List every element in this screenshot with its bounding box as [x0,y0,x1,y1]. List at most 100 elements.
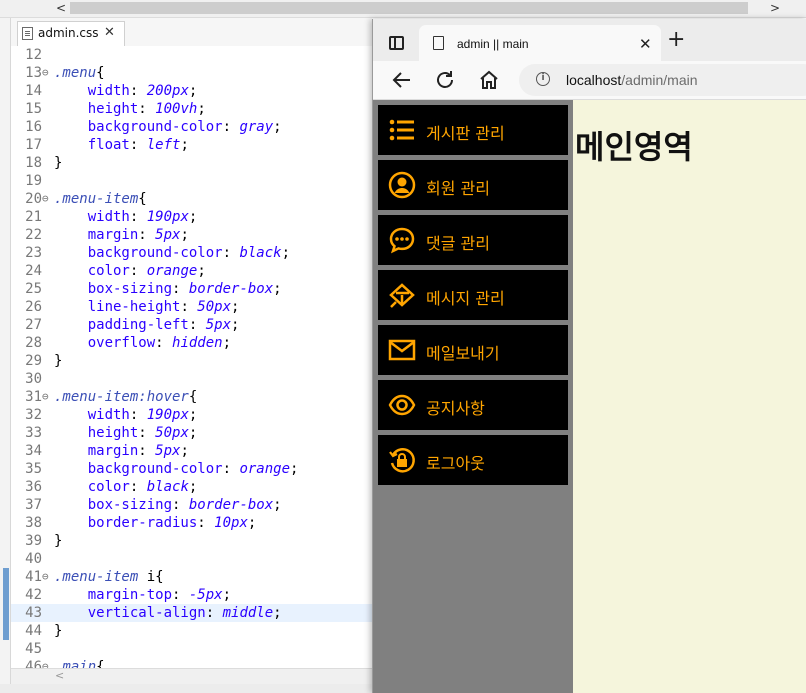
logout-lock-icon [389,448,415,473]
code-line[interactable]: 43 vertical-align: middle; [11,604,372,622]
code-line[interactable]: 42 margin-top: -5px; [11,586,372,604]
back-arrow-icon[interactable] [390,68,414,92]
code-line[interactable]: 38 border-radius: 10px; [11,514,372,532]
code-line[interactable]: 30 [11,370,372,388]
code-token-pun: ; [222,587,232,603]
menu-item-3[interactable]: 댓글 관리 [378,215,568,265]
code-token-val: orange [239,461,291,477]
code-line[interactable]: 35 background-color: orange; [11,460,372,478]
code-token-pun: { [96,659,105,668]
code-token-ind [54,335,88,351]
code-line[interactable]: 20 ⊖ .menu-item{ [11,190,372,208]
code-line[interactable]: 27 padding-left: 5px; [11,316,372,334]
code-text: vertical-align: middle; [54,604,282,622]
scrollbar-thumb[interactable] [70,2,748,14]
editor-tab-bar: admin.css ✕ [11,18,372,47]
code-line[interactable]: 45 [11,640,372,658]
home-icon[interactable] [477,68,501,92]
line-number: 42 [25,587,42,603]
code-line[interactable]: 14 width: 200px; [11,82,372,100]
fold-toggle-icon[interactable]: ⊖ [42,388,54,406]
code-line[interactable]: 17 float: left; [11,136,372,154]
close-tab-icon[interactable]: ✕ [639,35,652,53]
code-text: height: 100vh; [54,100,206,118]
code-text: .menu-item:hover{ [54,388,197,406]
code-editor[interactable]: 12 13 ⊖ .menu{14 width: 200px; 15 height: 10… [11,46,372,668]
line-number: 21 [25,209,42,225]
top-horizontal-scrollbar[interactable]: < > [0,0,806,18]
editor-tab-admin-css[interactable]: admin.css ✕ [17,21,125,46]
fold-toggle-icon[interactable]: ⊖ [42,64,54,82]
code-token-pun: ; [180,137,189,153]
code-token-prop: height [87,101,139,117]
code-token-prop: margin [87,443,139,459]
code-token-ind [54,425,88,441]
code-line[interactable]: 12 [11,46,372,64]
code-line[interactable]: 40 [11,550,372,568]
code-line[interactable]: 28 overflow: hidden; [11,334,372,352]
line-number: 34 [25,443,42,459]
code-line[interactable]: 37 box-sizing: border-box; [11,496,372,514]
code-line[interactable]: 44} [11,622,372,640]
code-text: .main{ [54,658,105,668]
menu-item-4[interactable]: 메시지 관리 [378,270,568,320]
line-number: 29 [25,353,42,369]
menu-item-5[interactable]: 메일보내기 [378,325,568,375]
code-token-prop: float [87,137,130,153]
menu-item-label: 게시판 관리 [426,124,505,143]
code-line[interactable]: 15 height: 100vh; [11,100,372,118]
code-line[interactable]: 34 margin: 5px; [11,442,372,460]
code-text: margin: 5px; [54,442,189,460]
code-text: .menu{ [54,64,105,82]
code-text: background-color: orange; [54,460,299,478]
scroll-left-icon[interactable]: < [55,669,64,682]
code-line[interactable]: 29} [11,352,372,370]
code-line[interactable]: 26 line-height: 50px; [11,298,372,316]
line-number: 18 [25,155,42,171]
address-url[interactable]: localhost/admin/main [566,72,698,88]
code-line[interactable]: 19 [11,172,372,190]
editor-horizontal-scrollbar[interactable]: < [11,668,372,685]
code-token-val: black [239,245,282,261]
scroll-left-icon[interactable]: < [52,0,70,17]
code-token-prop: background-color [87,245,223,261]
code-line[interactable]: 33 height: 50px; [11,424,372,442]
new-tab-icon[interactable]: + [667,29,685,51]
code-text: box-sizing: border-box; [54,496,282,514]
line-number: 14 [25,83,42,99]
code-token-ind [54,587,88,603]
code-line[interactable]: 24 color: orange; [11,262,372,280]
browser-tab-admin-main[interactable]: admin || main ✕ [419,25,661,61]
code-token-sel: .menu-item [54,191,139,207]
tab-actions-icon[interactable] [389,36,404,50]
code-line[interactable]: 39} [11,532,372,550]
code-line[interactable]: 46 ⊖ .main{ [11,658,372,668]
code-token-pun: : [129,407,147,423]
close-tab-icon[interactable]: ✕ [104,25,115,40]
fold-toggle-icon[interactable]: ⊖ [42,190,54,208]
menu-item-2[interactable]: 회원 관리 [378,160,568,210]
code-line[interactable]: 36 color: black; [11,478,372,496]
fold-toggle-icon[interactable]: ⊖ [42,568,54,586]
fold-toggle-icon[interactable]: ⊖ [42,658,54,668]
code-token-val: 5px [205,317,232,333]
menu-item-6[interactable]: 공지사항 [378,380,568,430]
code-line[interactable]: 21 width: 190px; [11,208,372,226]
code-text: color: orange; [54,262,206,280]
refresh-icon[interactable] [433,68,457,92]
site-info-icon[interactable]: i [536,72,550,86]
code-line[interactable]: 25 box-sizing: border-box; [11,280,372,298]
menu-item-7[interactable]: 로그아웃 [378,435,568,485]
code-line[interactable]: 16 background-color: gray; [11,118,372,136]
code-line[interactable]: 18} [11,154,372,172]
code-line[interactable]: 32 width: 190px; [11,406,372,424]
code-line[interactable]: 22 margin: 5px; [11,226,372,244]
address-bar[interactable]: i localhost/admin/main [519,64,806,96]
scroll-right-icon[interactable]: > [766,0,784,17]
menu-item-1[interactable]: 게시판 관리 [378,105,568,155]
code-line[interactable]: 41 ⊖ .menu-item i{ [11,568,372,586]
line-number: 45 [25,641,42,657]
code-line[interactable]: 23 background-color: black; [11,244,372,262]
code-line[interactable]: 13 ⊖ .menu{ [11,64,372,82]
code-line[interactable]: 31 ⊖ .menu-item:hover{ [11,388,372,406]
